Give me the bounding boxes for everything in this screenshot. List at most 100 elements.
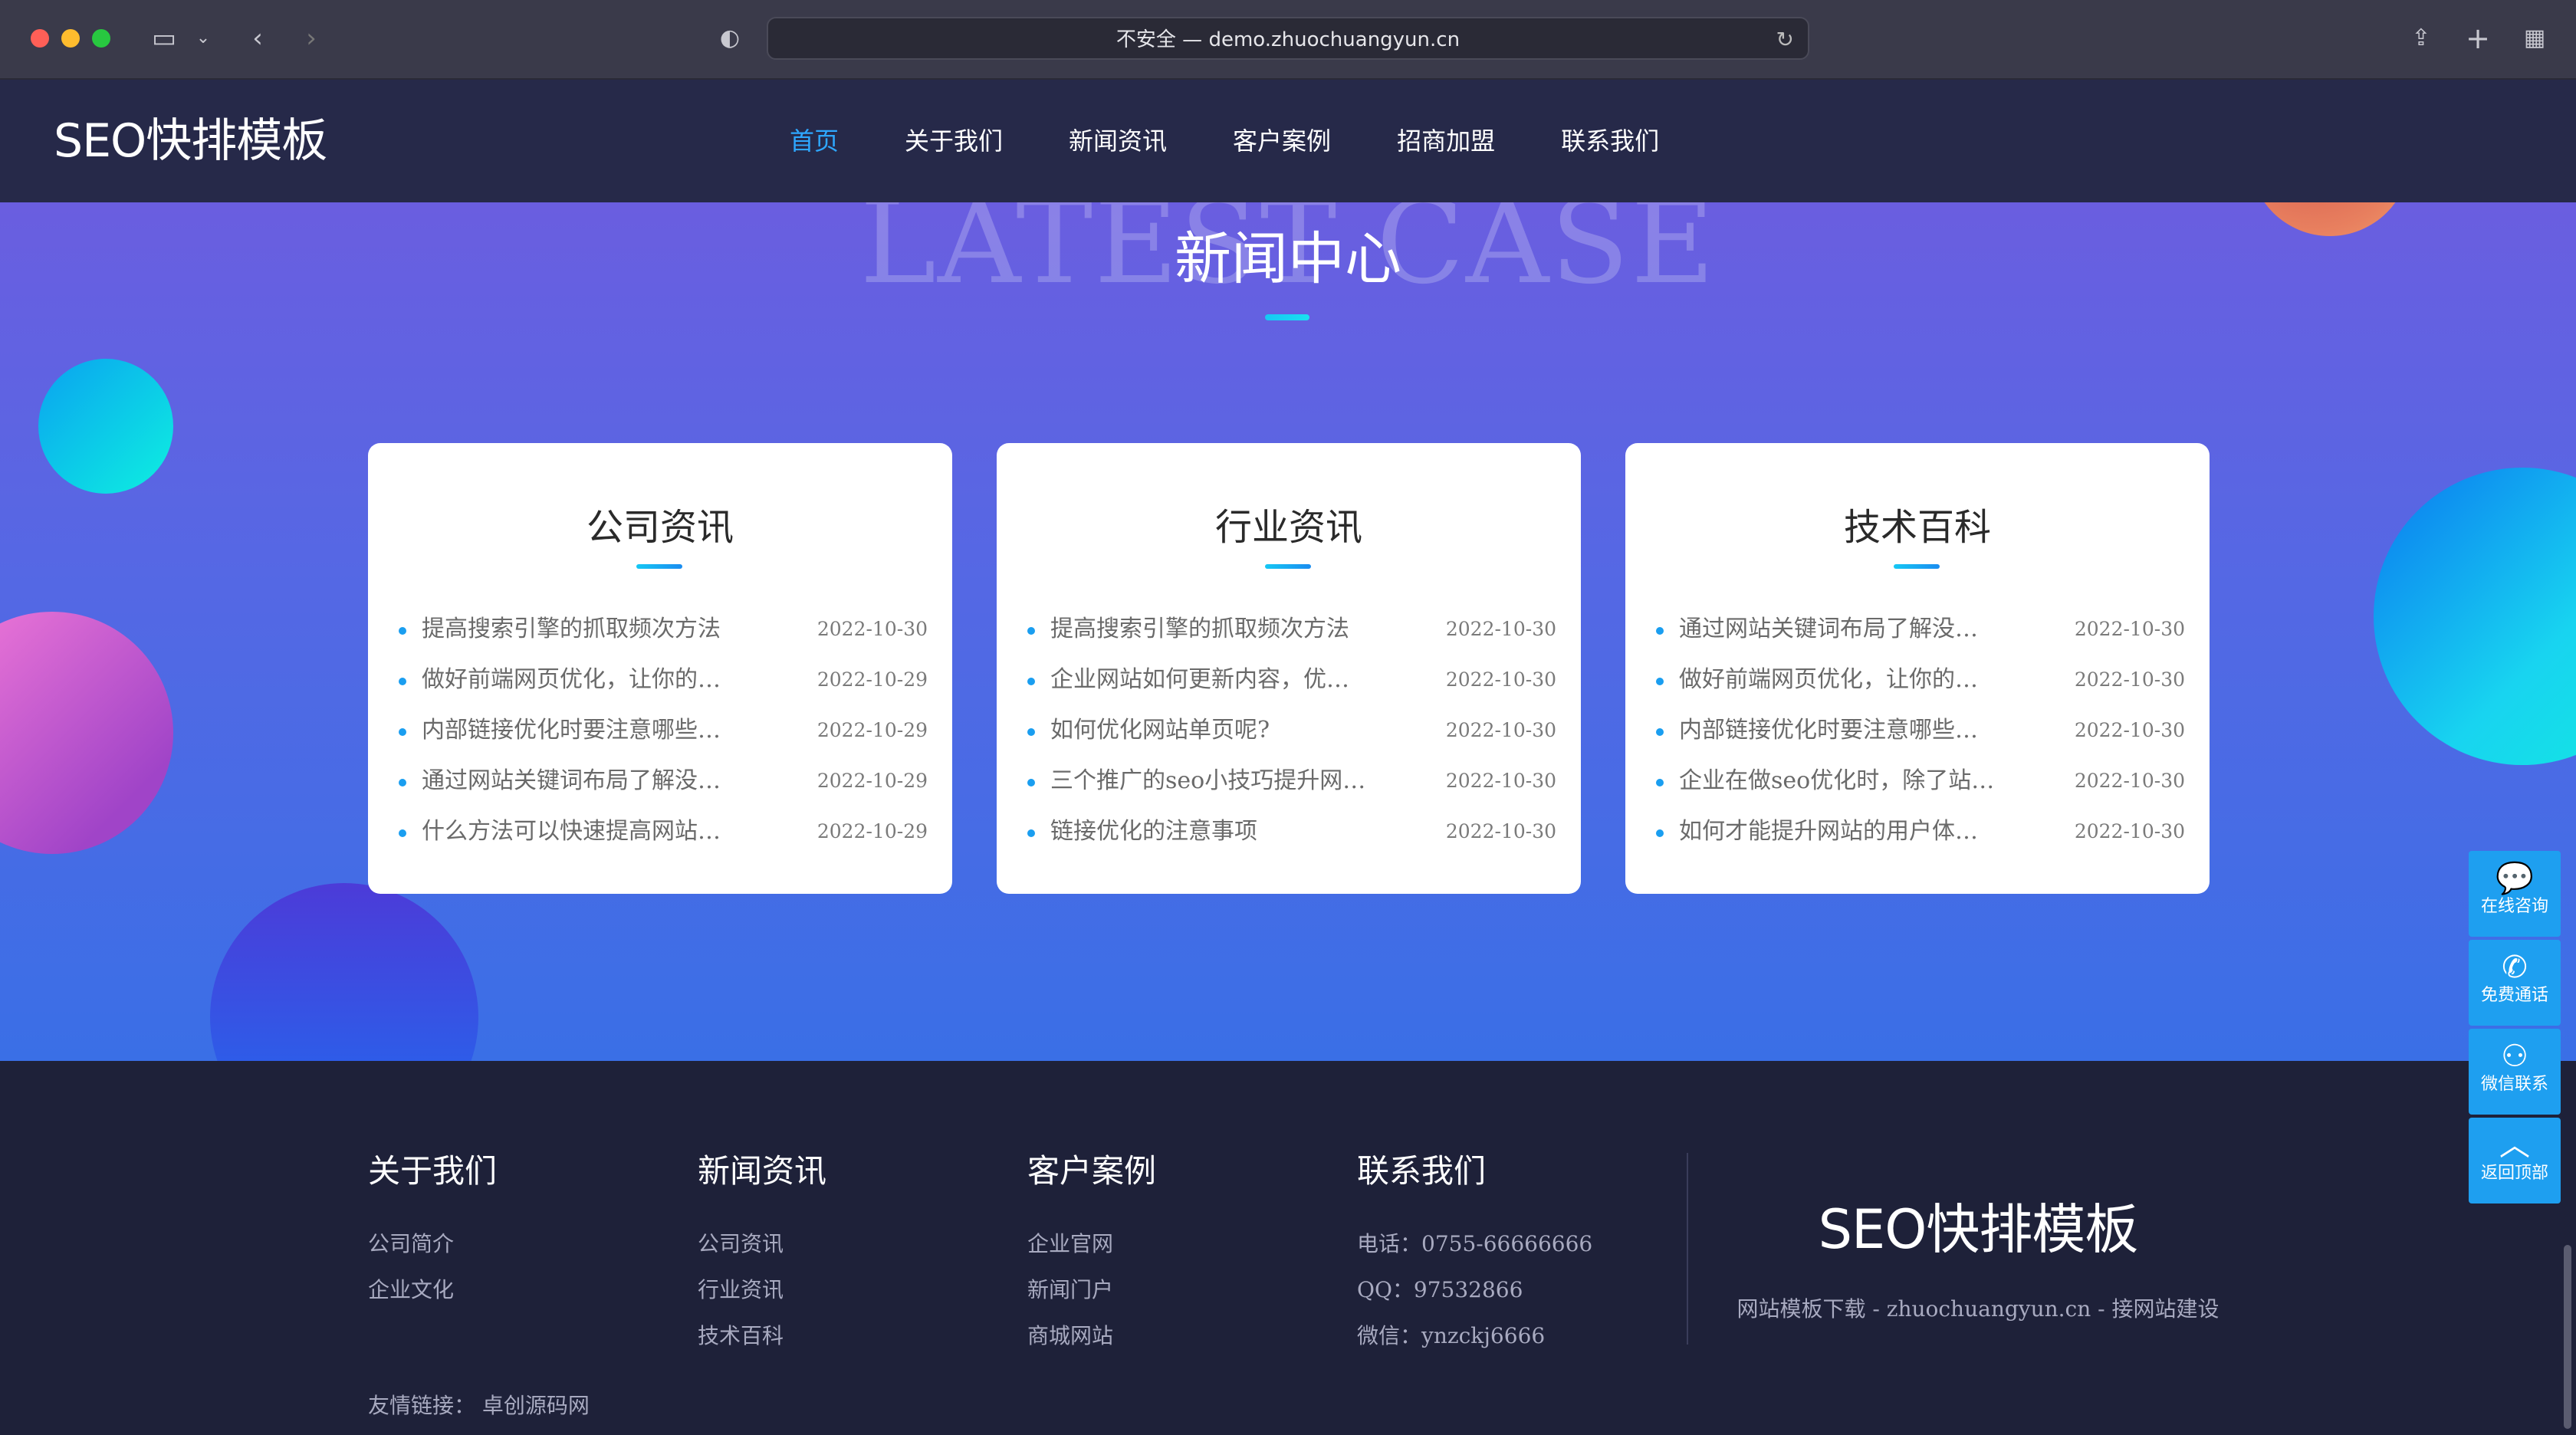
nav-item-about[interactable]: 关于我们 (905, 80, 1003, 202)
news-title[interactable]: 企业网站如何更新内容，优… (1050, 655, 1349, 705)
decorative-bubble (2374, 468, 2576, 765)
bullet-dot (1656, 627, 1664, 635)
footer-link[interactable]: 企业文化 (368, 1267, 497, 1313)
footer-link[interactable]: 新闻门户 (1027, 1267, 1156, 1313)
news-title[interactable]: 内部链接优化时要注意哪些… (1679, 705, 1978, 756)
nav-item-contact[interactable]: 联系我们 (1561, 80, 1659, 202)
nav-item-news[interactable]: 新闻资讯 (1069, 80, 1167, 202)
news-date: 2022-10-29 (816, 820, 928, 842)
phone-icon: ✆ (2502, 950, 2528, 985)
news-item[interactable]: 内部链接优化时要注意哪些… 2022-10-29 (399, 705, 928, 756)
news-item[interactable]: 通过网站关键词布局了解没… 2022-10-30 (1656, 604, 2185, 655)
news-item[interactable]: 做好前端网页优化，让你的… 2022-10-29 (399, 655, 928, 705)
news-title[interactable]: 通过网站关键词布局了解没… (1679, 604, 1978, 655)
share-icon[interactable]: ⇪ (2404, 20, 2438, 57)
forward-icon[interactable]: › (296, 20, 327, 57)
wechat-contact-button[interactable]: ⚇ 微信联系 (2469, 1029, 2561, 1115)
news-item[interactable]: 如何优化网站单页呢? 2022-10-30 (1027, 705, 1556, 756)
news-item[interactable]: 企业网站如何更新内容，优… 2022-10-30 (1027, 655, 1556, 705)
footer-column-title[interactable]: 新闻资讯 (698, 1145, 826, 1192)
section-title-underline (1265, 314, 1309, 320)
news-item[interactable]: 企业在做seo优化时，除了站… 2022-10-30 (1656, 756, 2185, 806)
bullet-dot (1656, 728, 1664, 736)
page-scrollbar[interactable] (2564, 1245, 2571, 1429)
section-title: 新闻中心 (1175, 226, 1401, 292)
footer-column-title[interactable]: 联系我们 (1357, 1145, 1592, 1192)
footer-link[interactable]: 公司资讯 (698, 1221, 826, 1267)
card-title[interactable]: 技术百科 (1625, 497, 2210, 550)
bullet-dot (399, 728, 406, 736)
news-title[interactable]: 做好前端网页优化，让你的… (1679, 655, 1978, 705)
news-date: 2022-10-30 (1445, 820, 1556, 842)
reload-icon[interactable]: ↻ (1776, 18, 1794, 61)
nav-item-franchise[interactable]: 招商加盟 (1397, 80, 1495, 202)
news-title[interactable]: 三个推广的seo小技巧提升网… (1050, 756, 1365, 806)
footer-column-contact: 联系我们 电话：0755-66666666 QQ：97532866 微信：ynz… (1357, 1145, 1592, 1359)
news-item[interactable]: 通过网站关键词布局了解没… 2022-10-29 (399, 756, 928, 806)
zoom-window-button[interactable] (92, 29, 110, 48)
chevron-up-icon: ︿ (2499, 1128, 2530, 1163)
news-date: 2022-10-30 (1445, 668, 1556, 691)
footer-logo: SEO快排模板 (1818, 1198, 2139, 1261)
back-to-top-button[interactable]: ︿ 返回顶部 (2469, 1118, 2561, 1203)
card-title[interactable]: 行业资讯 (997, 497, 1581, 550)
footer-link[interactable]: 商城网站 (1027, 1313, 1156, 1359)
news-title[interactable]: 链接优化的注意事项 (1050, 806, 1257, 857)
wechat-icon: ⚇ (2501, 1039, 2528, 1074)
chevron-down-icon[interactable]: ⌄ (192, 20, 215, 57)
bullet-dot (1656, 829, 1664, 837)
footer-link[interactable]: 技术百科 (698, 1313, 826, 1359)
news-date: 2022-10-30 (2074, 820, 2185, 842)
news-date: 2022-10-30 (2074, 668, 2185, 691)
bullet-dot (399, 829, 406, 837)
news-title[interactable]: 做好前端网页优化，让你的… (422, 655, 721, 705)
news-item[interactable]: 提高搜索引擎的抓取频次方法 2022-10-30 (399, 604, 928, 655)
news-item[interactable]: 做好前端网页优化，让你的… 2022-10-30 (1656, 655, 2185, 705)
shield-icon[interactable]: ◐ (713, 20, 747, 57)
news-title[interactable]: 内部链接优化时要注意哪些… (422, 705, 721, 756)
nav-item-cases[interactable]: 客户案例 (1233, 80, 1331, 202)
news-item[interactable]: 内部链接优化时要注意哪些… 2022-10-30 (1656, 705, 2185, 756)
url-text[interactable]: 不安全 — demo.zhuochuangyun.cn (768, 18, 1808, 61)
news-date: 2022-10-30 (2074, 719, 2185, 741)
news-title[interactable]: 提高搜索引擎的抓取频次方法 (422, 604, 721, 655)
footer-column-title[interactable]: 关于我们 (368, 1145, 497, 1192)
news-item[interactable]: 链接优化的注意事项 2022-10-30 (1027, 806, 1556, 857)
footer-column-title[interactable]: 客户案例 (1027, 1145, 1156, 1192)
news-title[interactable]: 企业在做seo优化时，除了站… (1679, 756, 1994, 806)
news-item[interactable]: 提高搜索引擎的抓取频次方法 2022-10-30 (1027, 604, 1556, 655)
news-title[interactable]: 如何优化网站单页呢? (1050, 705, 1270, 756)
tabs-grid-icon[interactable]: ▦ (2518, 20, 2551, 57)
site-logo[interactable]: SEO快排模板 (54, 80, 327, 202)
friend-link[interactable]: 卓创源码网 (482, 1393, 590, 1418)
news-title[interactable]: 如何才能提升网站的用户体… (1679, 806, 1978, 857)
plus-icon[interactable]: + (2461, 20, 2495, 57)
bullet-dot (1027, 627, 1035, 635)
news-card-industry: 行业资讯 提高搜索引擎的抓取频次方法 2022-10-30 企业网站如何更新内容，… (997, 443, 1581, 894)
news-title[interactable]: 什么方法可以快速提高网站… (422, 806, 721, 857)
free-call-button[interactable]: ✆ 免费通话 (2469, 940, 2561, 1026)
news-item[interactable]: 如何才能提升网站的用户体… 2022-10-30 (1656, 806, 2185, 857)
back-icon[interactable]: ‹ (242, 20, 273, 57)
nav-item-home[interactable]: 首页 (790, 80, 839, 202)
online-consult-button[interactable]: 💬 在线咨询 (2469, 851, 2561, 937)
sidebar-icon[interactable]: ▭ (147, 20, 181, 57)
side-button-label: 返回顶部 (2480, 1164, 2548, 1183)
side-float-bar: 💬 在线咨询 ✆ 免费通话 ⚇ 微信联系 ︿ 返回顶部 (2469, 851, 2561, 1207)
close-window-button[interactable] (31, 29, 49, 48)
news-item[interactable]: 什么方法可以快速提高网站… 2022-10-29 (399, 806, 928, 857)
news-title[interactable]: 提高搜索引擎的抓取频次方法 (1050, 604, 1349, 655)
minimize-window-button[interactable] (61, 29, 80, 48)
bullet-dot (399, 678, 406, 685)
decorative-bubble (38, 359, 173, 494)
footer-link[interactable]: 企业官网 (1027, 1221, 1156, 1267)
bullet-dot (1027, 829, 1035, 837)
footer-link[interactable]: 公司简介 (368, 1221, 497, 1267)
news-title[interactable]: 通过网站关键词布局了解没… (422, 756, 721, 806)
footer-link[interactable]: 行业资讯 (698, 1267, 826, 1313)
footer-column-about: 关于我们 公司简介 企业文化 (368, 1145, 497, 1313)
card-title[interactable]: 公司资讯 (368, 497, 952, 550)
news-item[interactable]: 三个推广的seo小技巧提升网… 2022-10-30 (1027, 756, 1556, 806)
browser-toolbar: ▭ ⌄ ‹ › ◐ 不安全 — demo.zhuochuangyun.cn ↻ … (0, 0, 2576, 80)
address-bar[interactable]: 不安全 — demo.zhuochuangyun.cn ↻ (767, 17, 1809, 60)
